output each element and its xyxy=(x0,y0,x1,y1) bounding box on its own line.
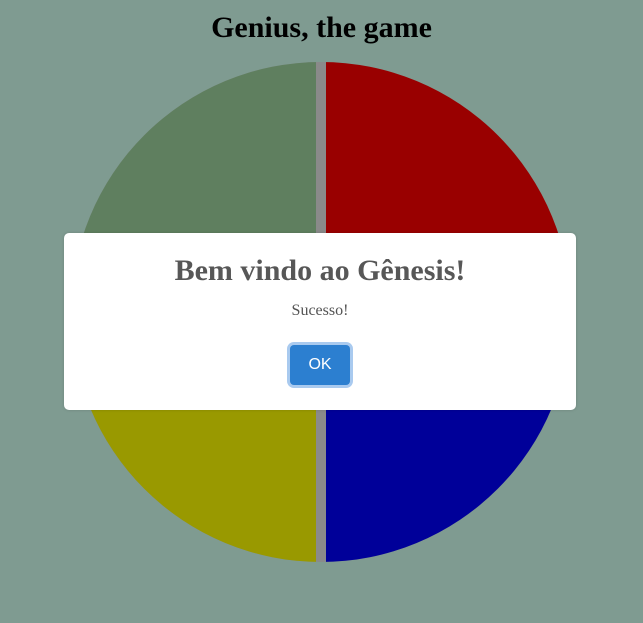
ok-button[interactable]: OK xyxy=(290,345,350,385)
welcome-modal: Bem vindo ao Gênesis! Sucesso! OK xyxy=(64,233,576,410)
modal-message: Sucesso! xyxy=(291,302,349,319)
modal-title: Bem vindo ao Gênesis! xyxy=(174,254,466,287)
page-title: Genius, the game xyxy=(211,11,432,44)
